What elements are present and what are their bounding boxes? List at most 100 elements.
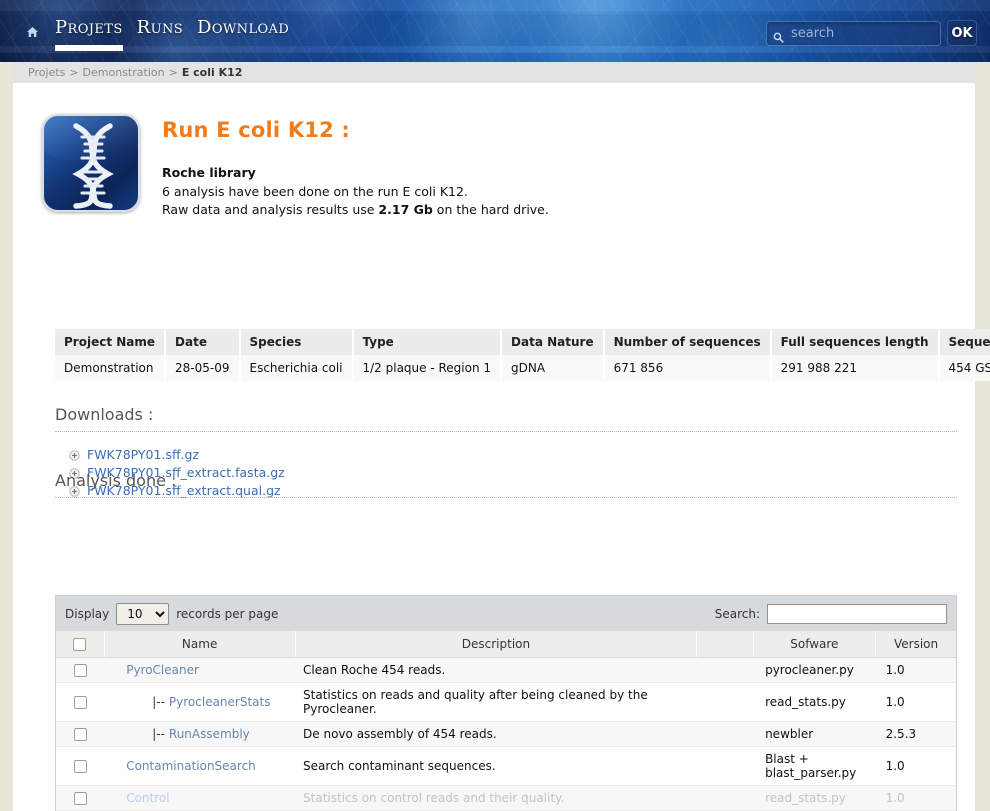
- info-td-date: 28-05-09: [165, 355, 241, 381]
- row-checkbox[interactable]: [73, 696, 87, 709]
- row-description-cell: Clean Roche 454 reads.: [295, 657, 697, 683]
- header-search-area: OK: [766, 20, 977, 46]
- info-th-sequencer: Sequencer: [938, 329, 990, 355]
- search-box[interactable]: [766, 20, 941, 46]
- table-row: Control Statistics on control reads and …: [56, 785, 956, 811]
- info-td-project-name: Demonstration: [55, 355, 167, 381]
- display-label: Display: [65, 606, 110, 621]
- info-th-date: Date: [165, 329, 241, 355]
- breadcrumb-item-demonstration[interactable]: Demonstration: [83, 66, 165, 79]
- info-td-type: 1/2 plaque - Region 1: [352, 355, 503, 381]
- analysis-title: Analysis done :: [55, 471, 957, 498]
- run-storage-size: 2.17 Gb: [378, 202, 433, 217]
- info-td-species: Escherichia coli: [239, 355, 354, 381]
- info-td-full-sequences-length: 291 988 221: [770, 355, 940, 381]
- page-length-select[interactable]: 10 25 50 100: [116, 602, 170, 625]
- plus-circle-icon[interactable]: [69, 449, 80, 461]
- row-select-cell: [56, 721, 105, 747]
- page-length-control: Display 10 25 50 100 records per page: [65, 602, 279, 625]
- dna-helix-icon: [42, 114, 140, 212]
- table-row: |-- RunAssembly De novo assembly of 454 r…: [56, 721, 956, 747]
- analysis-datatable: Display 10 25 50 100 records per page Se…: [55, 595, 957, 811]
- run-library: Roche library: [162, 165, 256, 180]
- row-checkbox[interactable]: [73, 664, 87, 677]
- analysis-link-pyrocleaner[interactable]: PyroCleaner: [126, 663, 199, 677]
- row-blank-cell: [696, 785, 754, 811]
- main-content: Run E coli K12 : Roche library 6 analysi…: [13, 83, 990, 811]
- breadcrumb-separator: >: [69, 66, 79, 79]
- page-root: Projets Runs Download OK Projets > Demon…: [0, 0, 990, 811]
- downloads-title: Downloads :: [55, 405, 957, 432]
- row-checkbox[interactable]: [73, 792, 87, 805]
- row-software-cell: pyrocleaner.py: [753, 657, 876, 683]
- th-description[interactable]: Description: [295, 631, 698, 658]
- row-select-cell: [56, 746, 105, 786]
- row-description-cell: De novo assembly of 454 reads.: [295, 721, 697, 747]
- records-per-page-label: records per page: [176, 606, 279, 621]
- info-td-data-nature: gDNA: [501, 355, 605, 381]
- th-name[interactable]: Name: [104, 631, 296, 658]
- info-th-data-nature: Data Nature: [501, 329, 605, 355]
- breadcrumb: Projets > Demonstration > E coli K12: [13, 62, 975, 83]
- row-checkbox[interactable]: [73, 760, 87, 773]
- row-software-cell: read_stats.py: [753, 682, 876, 722]
- row-version-cell: 1.0: [875, 657, 956, 683]
- th-software[interactable]: Sofware: [753, 631, 877, 658]
- breadcrumb-separator: >: [168, 66, 178, 79]
- run-info-table: Project Name Date Species Type Data Natu…: [55, 329, 990, 381]
- info-td-sequencer: 454 GS FLX Titanium: [938, 355, 990, 381]
- info-th-type: Type: [352, 329, 503, 355]
- table-row: Demonstration 28-05-09 Escherichia coli …: [55, 355, 990, 381]
- run-header-block: Run E coli K12 : Roche library 6 analysi…: [42, 114, 549, 220]
- th-select-all: [56, 631, 105, 658]
- row-name-cell: PyroCleaner: [104, 657, 296, 683]
- datatable-toolbar: Display 10 25 50 100 records per page Se…: [56, 596, 956, 631]
- table-row: PyroCleaner Clean Roche 454 reads. pyroc…: [56, 657, 956, 683]
- table-row: ContaminationSearch Search contaminant s…: [56, 746, 956, 786]
- row-name-cell: |-- RunAssembly: [104, 721, 296, 747]
- table-search-label: Search:: [714, 606, 760, 621]
- download-link-sff[interactable]: FWK78PY01.sff.gz: [87, 447, 199, 462]
- search-icon: [773, 28, 784, 43]
- search-ok-button[interactable]: OK: [947, 20, 977, 46]
- row-name-cell: ContaminationSearch: [104, 746, 296, 786]
- header-banner: Projets Runs Download OK: [0, 0, 990, 62]
- analysis-link-runassembly[interactable]: RunAssembly: [169, 727, 250, 741]
- analysis-link-contaminationsearch[interactable]: ContaminationSearch: [126, 759, 256, 773]
- row-version-cell: 1.0: [875, 746, 956, 786]
- list-item: FWK78PY01.sff.gz: [69, 447, 957, 462]
- table-row: |-- PyrocleanerStats Statistics on reads …: [56, 682, 956, 722]
- analysis-link-pyrocleanerstats[interactable]: PyrocleanerStats: [169, 695, 271, 709]
- run-text-block: Run E coli K12 : Roche library 6 analysi…: [162, 114, 549, 220]
- nav-item-projets[interactable]: Projets: [55, 17, 123, 51]
- search-input[interactable]: [789, 24, 934, 42]
- table-search-input[interactable]: [767, 603, 947, 624]
- row-description-cell: Statistics on reads and quality after be…: [295, 682, 697, 722]
- row-checkbox[interactable]: [73, 728, 87, 741]
- breadcrumb-item-projets[interactable]: Projets: [28, 66, 65, 79]
- select-all-checkbox[interactable]: [73, 638, 87, 651]
- info-th-species: Species: [239, 329, 354, 355]
- table-header-row: Name Description Sofware Version: [56, 631, 956, 658]
- row-select-cell: [56, 785, 105, 811]
- home-icon[interactable]: [26, 23, 39, 37]
- nav-item-download[interactable]: Download: [197, 17, 289, 41]
- breadcrumb-item-current: E coli K12: [181, 66, 243, 79]
- row-select-cell: [56, 682, 105, 722]
- run-description: Roche library 6 analysis have been done …: [162, 164, 549, 220]
- run-storage-pre: Raw data and analysis results use: [162, 202, 379, 217]
- row-software-cell: Blast + blast_parser.py: [753, 746, 876, 786]
- row-blank-cell: [696, 721, 754, 747]
- info-th-project-name: Project Name: [55, 329, 167, 355]
- tree-prefix: |--: [152, 727, 165, 741]
- nav-item-runs[interactable]: Runs: [137, 17, 183, 41]
- datatable-search-control: Search:: [714, 603, 947, 624]
- th-version[interactable]: Version: [875, 631, 956, 658]
- info-th-full-sequences-length: Full sequences length: [770, 329, 940, 355]
- row-software-cell: newbler: [753, 721, 876, 747]
- row-name-cell: Control: [104, 785, 296, 811]
- analysis-section-heading: Analysis done :: [55, 471, 957, 498]
- run-storage-line: Raw data and analysis results use 2.17 G…: [162, 201, 549, 220]
- analysis-link-control[interactable]: Control: [126, 791, 169, 805]
- row-version-cell: 1.0: [875, 682, 956, 722]
